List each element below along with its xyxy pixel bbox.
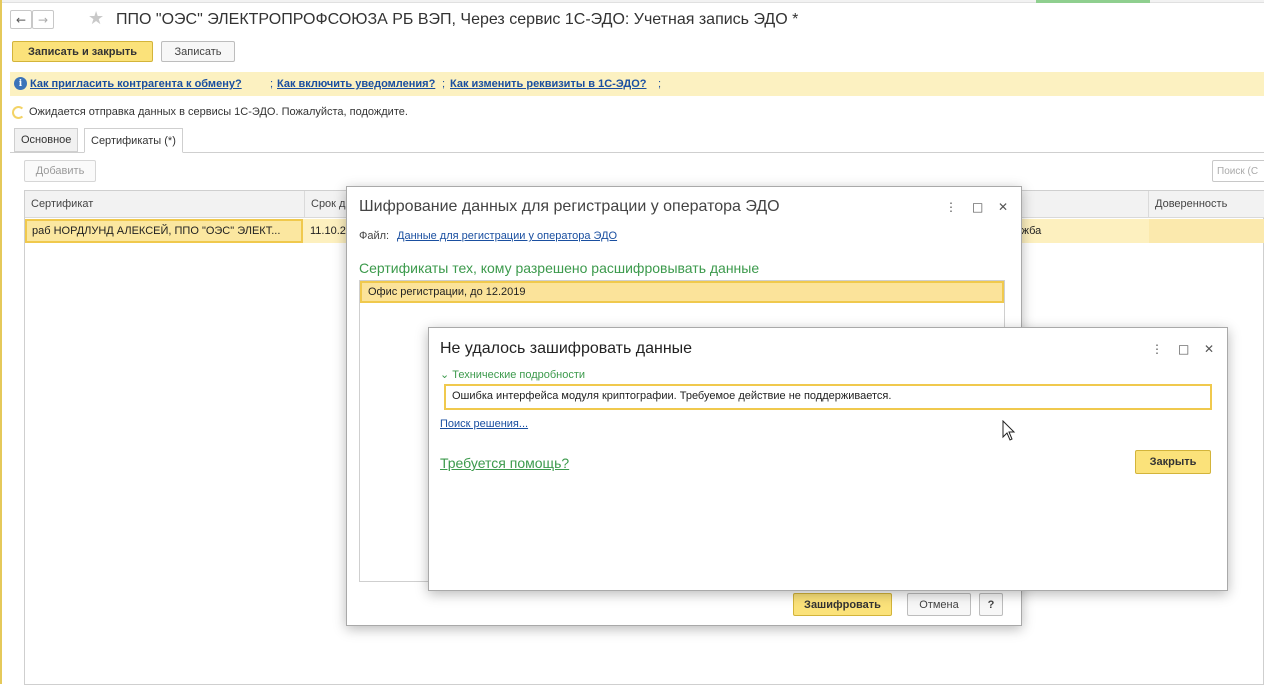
error-dialog-title: Не удалось зашифровать данные — [440, 340, 693, 357]
cell-certificate: раб НОРДЛУНД АЛЕКСЕЙ, ППО "ОЭС" ЭЛЕКТ... — [25, 219, 303, 243]
close-icon[interactable]: ✕ — [1204, 342, 1214, 356]
cell-service: ужба — [1016, 225, 1042, 237]
page-title: ППО "ОЭС" ЭЛЕКТРОПРОФСОЮЗА РБ ВЭП, Через… — [116, 11, 799, 28]
menu-dots-icon[interactable]: ⋮ — [1151, 342, 1163, 356]
help-needed-link[interactable]: Требуется помощь? — [440, 455, 569, 471]
add-certificate-button[interactable]: Добавить — [24, 160, 96, 182]
error-dialog: Не удалось зашифровать данные ⋮ □ ✕ ⌄ Тех… — [428, 327, 1228, 591]
window-left-border — [0, 0, 2, 684]
cell-term: 11.10.2 — [310, 225, 346, 237]
forward-button[interactable]: → — [32, 10, 54, 29]
info-icon: i — [14, 77, 27, 90]
search-solution-link[interactable]: Поиск решения... — [440, 418, 528, 430]
menu-dots-icon[interactable]: ⋮ — [945, 200, 957, 214]
encrypt-dialog-title: Шифрование данных для регистрации у опер… — [359, 198, 780, 215]
column-header-proxy[interactable]: Доверенность — [1149, 191, 1264, 218]
file-link[interactable]: Данные для регистрации у оператора ЭДО — [397, 230, 617, 242]
arrow-left-icon: ← — [15, 12, 27, 27]
encrypt-button[interactable]: Зашифровать — [793, 593, 892, 616]
column-header-term[interactable]: Срок д — [305, 191, 349, 218]
info-bar: i Как пригласить контрагента к обмену? ;… — [10, 72, 1264, 96]
separator: ; — [658, 78, 662, 90]
top-strip — [0, 0, 1264, 3]
list-item[interactable]: Офис регистрации, до 12.2019 — [360, 281, 1004, 303]
enable-notifications-link[interactable]: Как включить уведомления? — [277, 78, 435, 90]
help-button[interactable]: ? — [979, 593, 1003, 616]
loading-spinner-icon — [12, 106, 25, 119]
waiting-status-text: Ожидается отправка данных в сервисы 1С-Э… — [29, 106, 408, 118]
save-button[interactable]: Записать — [161, 41, 235, 62]
column-header-certificate[interactable]: Сертификат — [25, 191, 305, 218]
close-button[interactable]: Закрыть — [1135, 450, 1211, 474]
details-toggle-label: Технические подробности — [452, 369, 586, 381]
file-label: Файл: — [359, 230, 390, 242]
tab-certificates[interactable]: Сертификаты (*) — [84, 128, 183, 153]
cell-proxy — [1149, 219, 1264, 243]
maximize-icon[interactable]: □ — [1178, 342, 1189, 356]
tab-main-label: Основное — [21, 134, 72, 146]
favorite-star-icon[interactable]: ★ — [88, 9, 104, 29]
cancel-button[interactable]: Отмена — [907, 593, 971, 616]
mouse-pointer-icon — [1002, 420, 1016, 441]
close-icon[interactable]: ✕ — [998, 200, 1008, 214]
separator: ; — [442, 78, 446, 90]
separator: ; — [270, 78, 274, 90]
change-requisites-link[interactable]: Как изменить реквизиты в 1С-ЭДО? — [450, 78, 647, 90]
error-text-field[interactable]: Ошибка интерфейса модуля криптографии. Т… — [444, 384, 1212, 410]
maximize-icon[interactable]: □ — [972, 200, 983, 214]
tab-certificates-label: Сертификаты (*) — [91, 134, 176, 147]
details-toggle[interactable]: ⌄ Технические подробности — [440, 368, 585, 381]
section-title: Сертификаты тех, кому разрешено расшифро… — [359, 260, 760, 276]
back-button[interactable]: ← — [10, 10, 32, 29]
chevron-down-icon: ⌄ — [440, 368, 450, 381]
invite-counterparty-link[interactable]: Как пригласить контрагента к обмену? — [30, 78, 242, 90]
tab-main[interactable]: Основное — [14, 128, 79, 152]
tabs-divider — [10, 152, 1264, 153]
search-input[interactable]: Поиск (С — [1212, 160, 1264, 182]
save-and-close-button[interactable]: Записать и закрыть — [12, 41, 153, 62]
arrow-right-icon: → — [37, 12, 49, 27]
